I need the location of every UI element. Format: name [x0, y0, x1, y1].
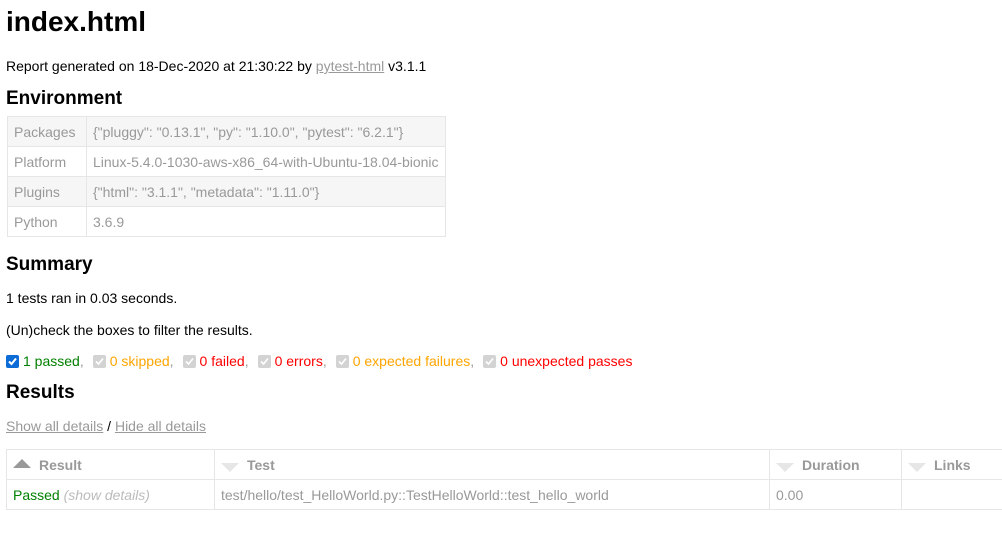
env-value: {"html": "3.1.1", "metadata": "1.11.0"}: [86, 176, 446, 207]
summary-heading: Summary: [6, 254, 93, 275]
sort-desc-icon: [908, 463, 926, 473]
env-row: Packages {"pluggy": "0.13.1", "py": "1.1…: [7, 116, 446, 147]
checkbox-skipped: [92, 354, 106, 368]
filter-failed: 0 failed,: [182, 353, 258, 369]
checkmark-icon: [485, 357, 494, 365]
env-value: Linux-5.4.0-1030-aws-x86_64-with-Ubuntu-…: [86, 146, 446, 177]
column-label: Result: [39, 456, 82, 473]
separator: ,: [470, 353, 475, 369]
results-table: Result Test Duration Links Passed (show …: [6, 449, 1002, 510]
column-label: Test: [247, 456, 275, 473]
report-version: v3.1.1: [384, 58, 427, 74]
results-header-row: Result Test Duration Links: [6, 449, 1002, 480]
checkmark-icon: [184, 357, 194, 365]
env-key: Python: [7, 206, 87, 237]
env-key: Packages: [7, 116, 87, 147]
checkbox-xfailed: [335, 354, 349, 368]
environment-table: Packages {"pluggy": "0.13.1", "py": "1.1…: [7, 116, 446, 237]
filter-label-xpassed: 0 unexpected passes: [500, 353, 633, 369]
pytest-html-link[interactable]: pytest-html: [316, 58, 384, 74]
show-all-details-link[interactable]: Show all details: [6, 418, 103, 434]
filter-skipped: 0 skipped,: [92, 353, 183, 369]
checkbox-passed[interactable]: [6, 354, 19, 368]
filter-label-passed: 1 passed: [23, 353, 80, 369]
filter-label-skipped: 0 skipped: [109, 353, 170, 369]
env-key: Platform: [7, 146, 87, 177]
column-header-links[interactable]: Links: [901, 449, 1002, 480]
filter-errors: 0 errors,: [257, 353, 336, 369]
results-heading: Results: [6, 382, 75, 403]
checkbox-errors: [257, 354, 271, 368]
report-generated-line: Report generated on 18-Dec-2020 at 21:30…: [6, 57, 1002, 75]
env-value: {"pluggy": "0.13.1", "py": "1.10.0", "py…: [86, 116, 446, 147]
table-row[interactable]: Passed (show details) test/hello/test_He…: [6, 479, 1002, 510]
filter-label-xfailed: 0 expected failures: [352, 353, 471, 369]
column-label: Duration: [802, 456, 860, 473]
filter-label-failed: 0 failed: [199, 353, 245, 369]
hide-all-details-link[interactable]: Hide all details: [115, 418, 206, 434]
sort-asc-icon: [13, 459, 31, 469]
result-filters: 1 passed, 0 skipped, 0 failed, 0 errors,…: [6, 353, 1002, 369]
checkbox-failed: [182, 354, 196, 368]
test-name-cell: test/hello/test_HelloWorld.py::TestHello…: [214, 479, 770, 510]
result-cell: Passed (show details): [6, 479, 215, 510]
filter-hint: (Un)check the boxes to filter the result…: [6, 322, 253, 338]
report-page: index.html Report generated on 18-Dec-20…: [0, 0, 1002, 510]
links-cell: [901, 479, 1002, 510]
checkmark-icon: [95, 357, 104, 365]
details-toggle: Show all details / Hide all details: [6, 417, 1002, 435]
duration-cell: 0.00: [769, 479, 902, 510]
filter-passed[interactable]: 1 passed,: [6, 353, 93, 369]
env-row: Platform Linux-5.4.0-1030-aws-x86_64-wit…: [7, 146, 446, 177]
show-details-toggle[interactable]: (show details): [64, 487, 150, 503]
column-header-result[interactable]: Result: [6, 449, 215, 480]
report-prefix: Report generated on 18-Dec-2020 at 21:30…: [6, 58, 316, 74]
result-status: Passed: [13, 486, 60, 503]
filter-xfailed: 0 expected failures,: [335, 353, 483, 369]
separator: ,: [244, 353, 249, 369]
separator: ,: [169, 353, 174, 369]
separator: ,: [322, 353, 327, 369]
column-header-test[interactable]: Test: [214, 449, 770, 480]
checkmark-icon: [8, 357, 17, 365]
env-value: 3.6.9: [86, 206, 446, 237]
filter-label-errors: 0 errors: [274, 353, 323, 369]
page-title: index.html: [6, 6, 147, 37]
env-row: Python 3.6.9: [7, 206, 446, 237]
environment-heading: Environment: [6, 88, 123, 109]
column-label: Links: [934, 456, 971, 473]
sort-desc-icon: [221, 463, 239, 473]
filter-xpassed: 0 unexpected passes: [483, 353, 632, 369]
env-key: Plugins: [7, 176, 87, 207]
checkmark-icon: [260, 357, 269, 365]
checkbox-xpassed: [483, 354, 497, 368]
slash: /: [103, 418, 115, 434]
env-row: Plugins {"html": "3.1.1", "metadata": "1…: [7, 176, 446, 207]
sort-desc-icon: [776, 463, 794, 473]
column-header-duration[interactable]: Duration: [769, 449, 902, 480]
separator: ,: [79, 353, 84, 369]
tests-ran-text: 1 tests ran in 0.03 seconds.: [6, 290, 178, 306]
checkmark-icon: [338, 357, 347, 365]
